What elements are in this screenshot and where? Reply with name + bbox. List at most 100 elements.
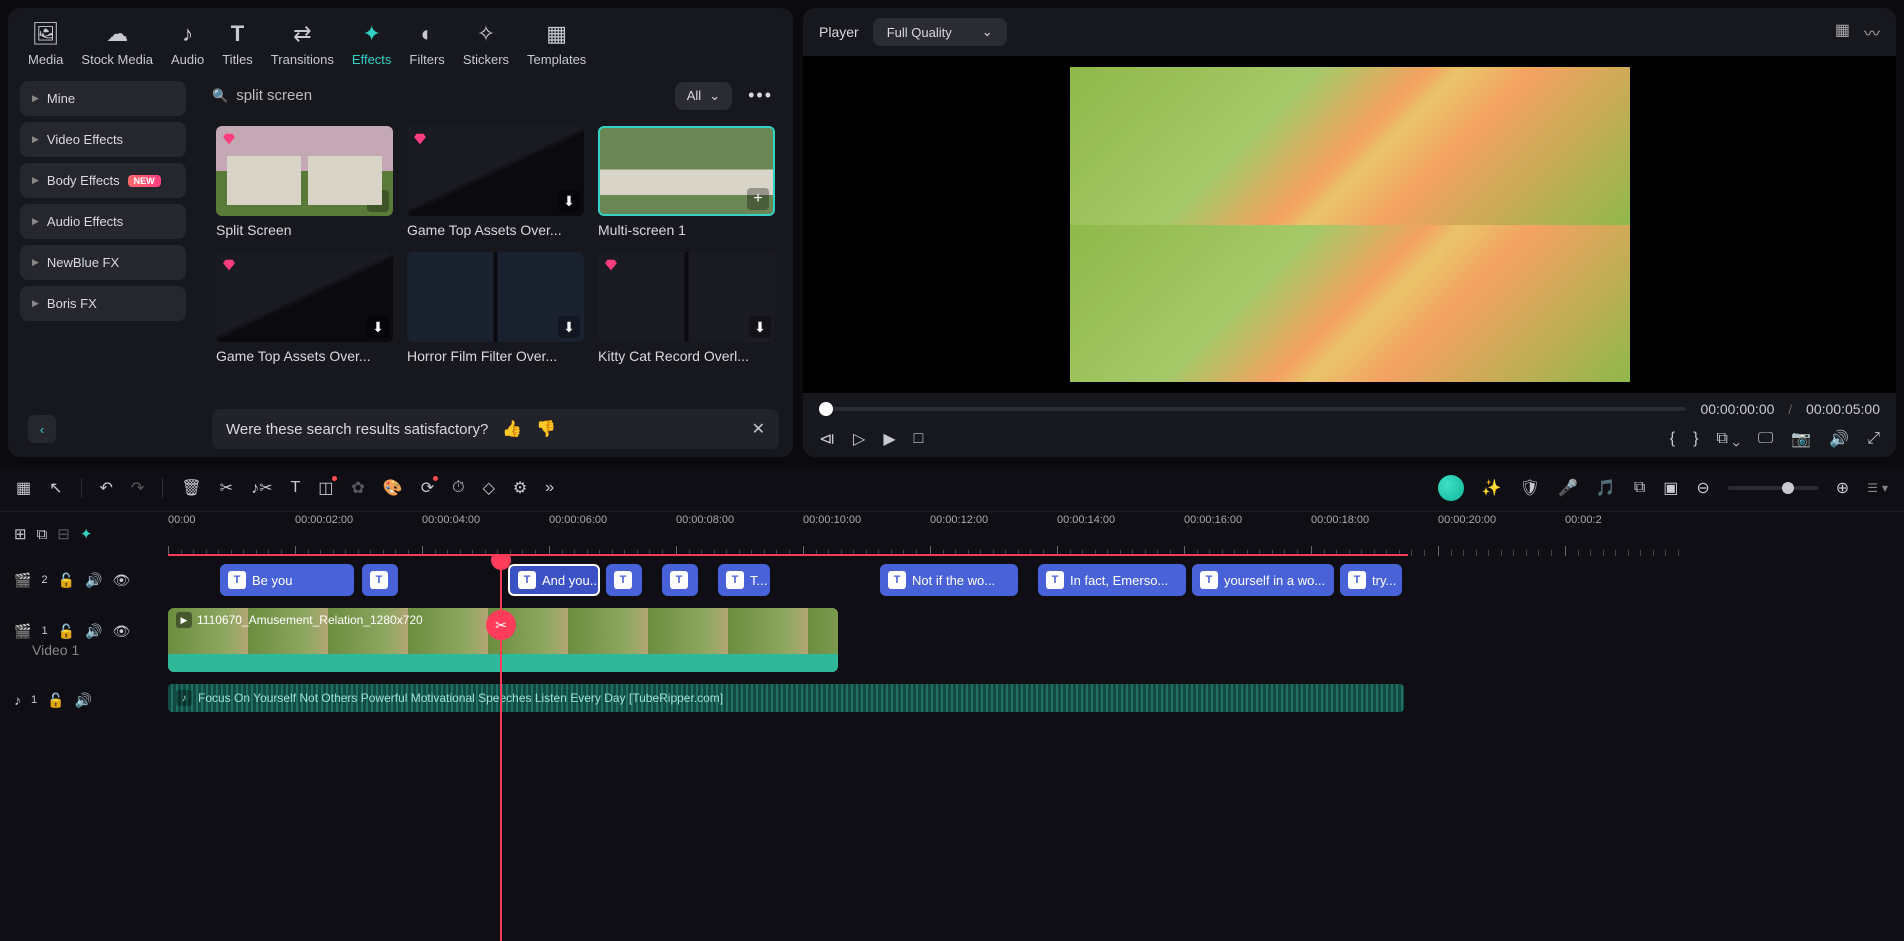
- zoom-in-button[interactable]: ⊕: [1836, 478, 1849, 498]
- fullscreen-button[interactable]: ⤢: [1867, 430, 1880, 448]
- more-button[interactable]: •••: [742, 85, 779, 106]
- audio-track[interactable]: ♪Focus On Yourself Not Others Powerful M…: [168, 676, 1904, 724]
- tab-filters[interactable]: ◐Filters: [409, 20, 444, 67]
- magnet-button[interactable]: ⊟: [57, 525, 70, 543]
- adjust-button[interactable]: ⚙: [513, 478, 527, 498]
- keyframe-button[interactable]: ◇: [483, 478, 495, 498]
- collapse-sidebar-button[interactable]: ‹: [28, 415, 56, 443]
- thumbs-up-button[interactable]: 👍: [502, 419, 522, 439]
- caption-clip[interactable]: TNot if the wo...: [880, 564, 1018, 596]
- audio-clip[interactable]: ♪Focus On Yourself Not Others Powerful M…: [168, 684, 1404, 712]
- thumbs-down-button[interactable]: 👎: [536, 419, 556, 439]
- tab-effects[interactable]: ✦Effects: [352, 20, 392, 67]
- player-scrubber[interactable]: [819, 407, 1686, 411]
- link-tracks-button[interactable]: ⧉: [37, 526, 48, 543]
- caption-clip[interactable]: TT...: [718, 564, 770, 596]
- caption-clip[interactable]: T: [362, 564, 398, 596]
- aspect-button[interactable]: ⧉ ⌄: [1716, 430, 1739, 448]
- effects-button[interactable]: ✿: [351, 478, 364, 498]
- speed-ai-button[interactable]: ⟳: [421, 478, 434, 498]
- music-button[interactable]: 🎵: [1596, 478, 1616, 498]
- crop-button[interactable]: ◫: [318, 478, 333, 498]
- sidebar-item-boris-fx[interactable]: ▶Boris FX: [20, 286, 186, 321]
- brace-right-icon[interactable]: }: [1693, 430, 1698, 448]
- play-forward-button[interactable]: ▷: [853, 429, 865, 449]
- audio-split-button[interactable]: ♪✂: [251, 478, 272, 498]
- sidebar-item-video-effects[interactable]: ▶Video Effects: [20, 122, 186, 157]
- zoom-knob[interactable]: [1782, 482, 1794, 494]
- text-tool-button[interactable]: T: [290, 479, 300, 497]
- auto-ripple-button[interactable]: ✦: [80, 525, 93, 543]
- sidebar-item-body-effects[interactable]: ▶Body EffectsNEW: [20, 163, 186, 198]
- scrub-knob[interactable]: [819, 402, 833, 416]
- effect-item[interactable]: ⬇Game Top Assets Over...: [407, 126, 584, 238]
- add-track-button[interactable]: ⊞: [14, 525, 27, 543]
- caption-clip[interactable]: TIn fact, Emerso...: [1038, 564, 1186, 596]
- video-clip[interactable]: ▶1110670_Amusement_Relation_1280x720: [168, 608, 838, 672]
- caption-clip[interactable]: TBe you: [220, 564, 354, 596]
- undo-button[interactable]: ↶: [100, 478, 113, 498]
- tab-templates[interactable]: ▦Templates: [527, 20, 586, 67]
- zoom-slider[interactable]: [1728, 486, 1818, 490]
- filter-dropdown[interactable]: All ⌄: [675, 82, 732, 110]
- track-lock-button[interactable]: 🔓: [58, 623, 75, 640]
- download-button[interactable]: ⬇: [749, 316, 771, 338]
- caption-clip[interactable]: TAnd you...: [508, 564, 600, 596]
- prev-frame-button[interactable]: ⧏: [819, 429, 835, 449]
- brace-left-icon[interactable]: {: [1670, 430, 1675, 448]
- stop-button[interactable]: □: [914, 430, 924, 448]
- tab-audio[interactable]: ♪Audio: [171, 20, 204, 67]
- grid-view-icon[interactable]: ▦: [1835, 20, 1850, 44]
- effect-item[interactable]: ⬇Kitty Cat Record Overl...: [598, 252, 775, 364]
- effect-thumbnail[interactable]: ⬇: [598, 252, 775, 342]
- overlay-button[interactable]: ⧉: [1634, 479, 1645, 497]
- effect-thumbnail[interactable]: ⬇: [407, 252, 584, 342]
- download-button[interactable]: ⬇: [558, 190, 580, 212]
- tab-stickers[interactable]: ✧Stickers: [463, 20, 509, 67]
- tab-transitions[interactable]: ⇄Transitions: [271, 20, 334, 67]
- download-button[interactable]: ⬇: [367, 316, 389, 338]
- close-feedback-button[interactable]: ✕: [752, 419, 765, 439]
- caption-clip[interactable]: Tyourself in a wo...: [1192, 564, 1334, 596]
- track-mute-button[interactable]: 🔊: [85, 572, 102, 589]
- delete-button[interactable]: 🗑: [181, 478, 201, 498]
- waveform-icon[interactable]: 〰: [1864, 20, 1880, 44]
- selection-tool[interactable]: ↖: [49, 478, 62, 498]
- ai-sparkle-button[interactable]: ✨: [1482, 478, 1502, 498]
- preview-viewport[interactable]: [803, 56, 1896, 393]
- track-visibility-button[interactable]: 👁: [112, 623, 130, 640]
- snapshot-button[interactable]: 📷: [1791, 429, 1811, 449]
- effect-thumbnail[interactable]: ⬇: [216, 252, 393, 342]
- tab-titles[interactable]: TTitles: [222, 20, 253, 67]
- play-button[interactable]: ▶: [883, 429, 895, 449]
- track-lock-button[interactable]: 🔓: [47, 692, 64, 709]
- effect-thumbnail[interactable]: +: [216, 126, 393, 216]
- ai-avatar-button[interactable]: [1438, 475, 1464, 501]
- download-button[interactable]: ⬇: [558, 316, 580, 338]
- effect-thumbnail[interactable]: +: [598, 126, 775, 216]
- split-button[interactable]: ✂: [220, 478, 233, 498]
- effect-thumbnail[interactable]: ⬇: [407, 126, 584, 216]
- timeline-ruler[interactable]: 00:0000:00:02:0000:00:04:0000:00:06:0000…: [168, 512, 1904, 556]
- track-lock-button[interactable]: 🔓: [58, 572, 75, 589]
- color-button[interactable]: 🎨: [383, 478, 403, 498]
- export-frame-button[interactable]: ▣: [1663, 478, 1678, 498]
- zoom-out-button[interactable]: ⊖: [1696, 478, 1709, 498]
- track-mute-button[interactable]: 🔊: [85, 623, 102, 640]
- video-track[interactable]: ▶1110670_Amusement_Relation_1280x720: [168, 604, 1904, 676]
- more-tools-button[interactable]: »: [545, 479, 554, 497]
- quality-dropdown[interactable]: Full Quality ⌄: [873, 18, 1007, 46]
- caption-clip[interactable]: T: [606, 564, 642, 596]
- timer-button[interactable]: ⏱: [452, 479, 464, 497]
- sidebar-item-audio-effects[interactable]: ▶Audio Effects: [20, 204, 186, 239]
- auto-arrange-button[interactable]: ▦: [16, 478, 31, 498]
- redo-button[interactable]: ↷: [131, 478, 144, 498]
- add-button[interactable]: +: [367, 190, 389, 212]
- effect-item[interactable]: +Multi-screen 1: [598, 126, 775, 238]
- sidebar-item-newblue-fx[interactable]: ▶NewBlue FX: [20, 245, 186, 280]
- effect-item[interactable]: +Split Screen: [216, 126, 393, 238]
- marker-button[interactable]: 🛡: [1520, 478, 1540, 498]
- effect-item[interactable]: ⬇Horror Film Filter Over...: [407, 252, 584, 364]
- caption-clip[interactable]: Ttry...: [1340, 564, 1402, 596]
- text-track[interactable]: TBe youTTAnd you...TTTT...TNot if the wo…: [168, 556, 1904, 604]
